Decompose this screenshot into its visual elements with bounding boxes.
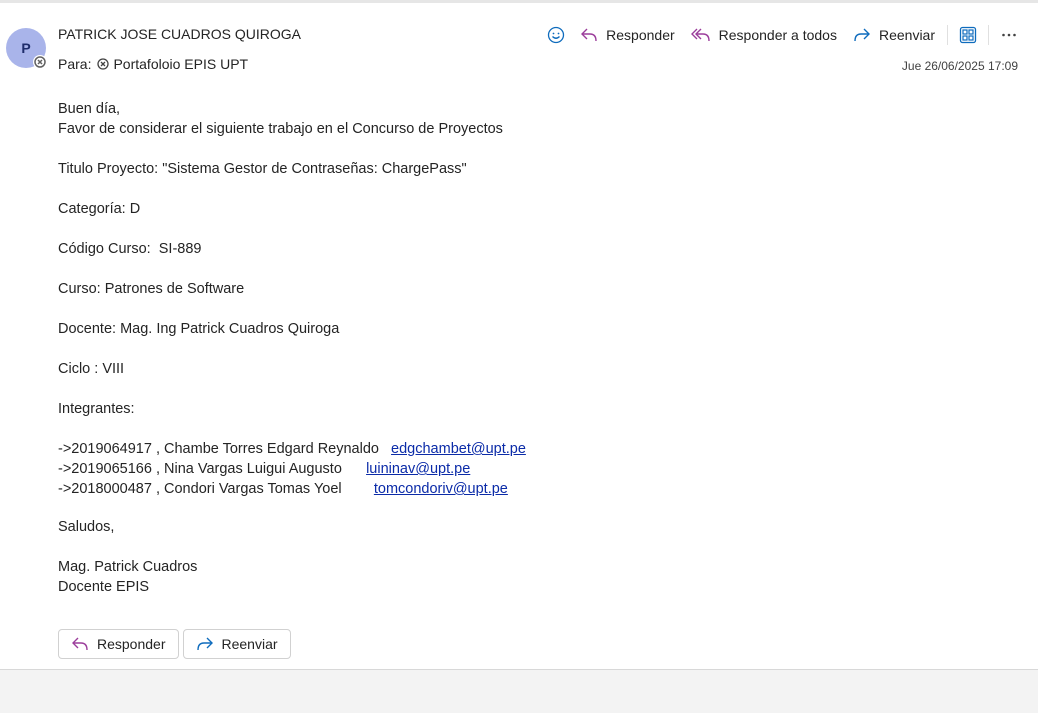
member-email-link[interactable]: luininav@upt.pe — [366, 461, 470, 477]
reply-all-button[interactable]: Responder a todos — [684, 23, 844, 47]
cycle-line: Ciclo : VIII — [58, 361, 125, 377]
forward-icon — [196, 636, 214, 652]
bottom-reply-label: Responder — [97, 636, 166, 652]
member-email-link[interactable]: tomcondoriv@upt.pe — [374, 481, 508, 497]
to-label: Para: — [58, 56, 92, 72]
reply-icon — [580, 27, 598, 43]
emoji-reaction-button[interactable] — [541, 22, 571, 48]
member-email-link[interactable]: edgchambet@upt.pe — [391, 441, 526, 457]
recipient-chip[interactable]: Portafoloio EPIS UPT — [97, 56, 248, 72]
member-info: ->2019064917 , Chambe Torres Edgard Reyn… — [58, 441, 392, 457]
project-title-line: Titulo Proyecto: "Sistema Gestor de Cont… — [58, 161, 467, 177]
member-row: ->2019065166 , Nina Vargas Luigui August… — [58, 459, 958, 479]
email-reading-pane: P PATRICK JOSE CUADROS QUIROGA Para: Por… — [0, 0, 1038, 670]
bottom-actions: Responder Reenviar — [58, 629, 291, 659]
message-toolbar: Responder Responder a todos Reenviar — [541, 21, 1024, 49]
signature-name: Mag. Patrick Cuadros — [58, 559, 198, 575]
closing-line: Saludos, — [58, 519, 115, 535]
bottom-reply-button[interactable]: Responder — [58, 629, 179, 659]
immersive-reader-button[interactable] — [953, 22, 983, 48]
teacher-line: Docente: Mag. Ing Patrick Cuadros Quirog… — [58, 321, 340, 337]
signature-title: Docente EPIS — [58, 579, 150, 595]
emoji-icon — [547, 26, 565, 44]
presence-status-icon — [33, 55, 47, 69]
bottom-forward-label: Reenviar — [221, 636, 278, 652]
toolbar-divider — [947, 25, 948, 45]
course-code-line: Código Curso: SI-889 — [58, 241, 202, 257]
sender-name[interactable]: PATRICK JOSE CUADROS QUIROGA — [58, 26, 301, 42]
member-row: ->2018000487 , Condori Vargas Tomas Yoel… — [58, 479, 958, 499]
category-line: Categoría: D — [58, 201, 141, 217]
course-line: Curso: Patrones de Software — [58, 281, 245, 297]
toolbar-divider — [988, 25, 989, 45]
intro-line: Favor de considerar el siguiente trabajo… — [58, 121, 503, 137]
message-body: Buen día, Favor de considerar el siguien… — [58, 99, 958, 597]
reply-all-label: Responder a todos — [718, 27, 837, 43]
forward-icon — [853, 27, 871, 43]
reply-all-icon — [690, 27, 711, 43]
forward-label: Reenviar — [878, 27, 935, 43]
more-actions-button[interactable] — [994, 22, 1024, 48]
member-info: ->2019065166 , Nina Vargas Luigui August… — [58, 461, 367, 477]
bottom-forward-button[interactable]: Reenviar — [182, 629, 291, 659]
avatar-initial: P — [21, 40, 31, 56]
forward-button[interactable]: Reenviar — [846, 23, 942, 47]
recipient-status-icon — [97, 58, 110, 70]
recipients-row: Para: Portafoloio EPIS UPT — [58, 56, 248, 72]
recipient-name: Portafoloio EPIS UPT — [113, 56, 249, 72]
reply-button[interactable]: Responder — [573, 23, 682, 47]
immersive-reader-icon — [959, 26, 977, 44]
greeting: Buen día, — [58, 101, 121, 117]
reply-label: Responder — [606, 27, 675, 43]
member-info: ->2018000487 , Condori Vargas Tomas Yoel — [58, 481, 374, 497]
reply-icon — [71, 636, 89, 652]
member-row: ->2019064917 , Chambe Torres Edgard Reyn… — [58, 439, 958, 459]
more-icon — [1000, 26, 1018, 44]
message-date: Jue 26/06/2025 17:09 — [901, 59, 1018, 73]
members-label: Integrantes: — [58, 401, 135, 417]
